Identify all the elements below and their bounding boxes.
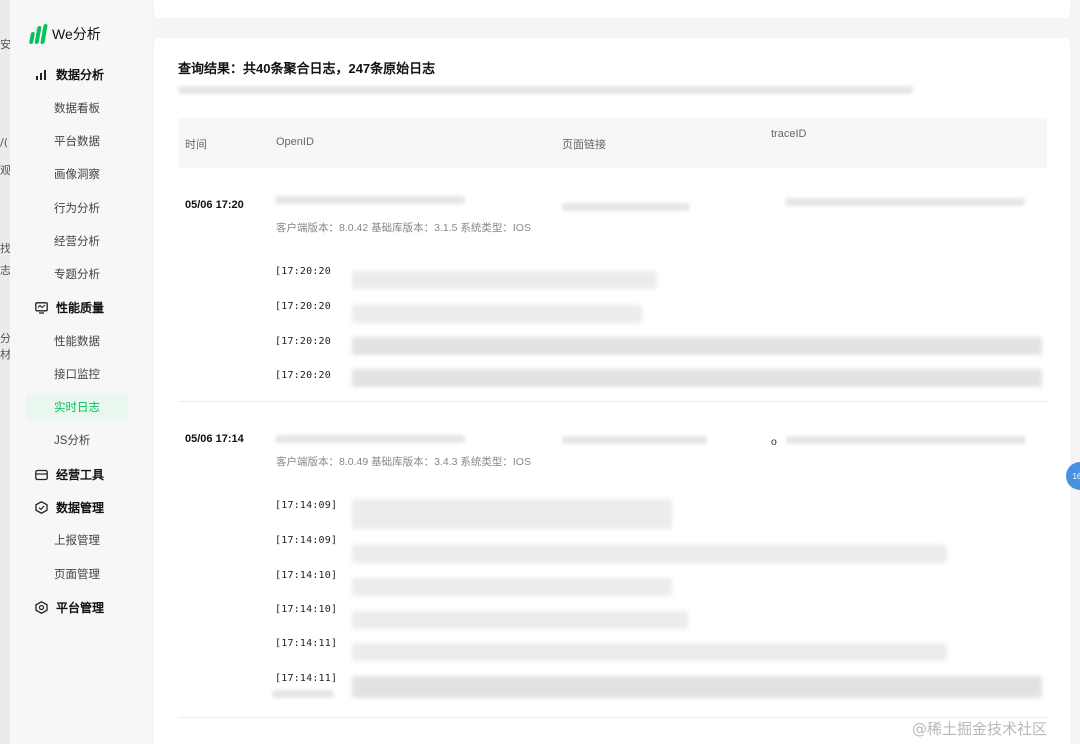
sidebar-item-behavior-analysis[interactable]: 行为分析	[54, 200, 100, 216]
redacted-openid	[275, 196, 465, 204]
redacted-text	[178, 86, 913, 94]
sidebar-group-label: 数据分析	[56, 68, 105, 82]
column-header-time: 时间	[185, 139, 207, 151]
redacted-log-content	[352, 305, 642, 323]
hexagon-check-icon	[34, 501, 48, 515]
redacted-log-content	[352, 271, 657, 289]
column-header-page-link: 页面链接	[562, 139, 606, 151]
brand-name: We分析	[52, 26, 101, 42]
brand-logo[interactable]: We分析	[28, 24, 101, 44]
record-time: 05/06 17:14	[185, 433, 244, 445]
we-analysis-logo-icon	[28, 24, 48, 44]
sidebar-item-realtime-log[interactable]: 实时日志	[54, 399, 100, 415]
sidebar-group-performance[interactable]: 性能质量	[34, 299, 104, 316]
redacted-log-content	[352, 578, 672, 596]
redacted-log-content	[352, 545, 947, 563]
client-info: 客户端版本：8.0.49 基础库版本：3.4.3 系统类型：IOS	[276, 456, 531, 468]
sidebar-item-report-management[interactable]: 上报管理	[54, 532, 100, 548]
background-text-fragment: /(	[0, 136, 8, 149]
sidebar-group-business-tools[interactable]: 经营工具	[34, 466, 104, 483]
background-window-edge: 安 /( 观 找 志 分材	[0, 0, 11, 744]
redacted-openid	[275, 435, 465, 443]
log-timestamp: [17:20:20	[275, 370, 331, 381]
sidebar-item-page-management[interactable]: 页面管理	[54, 566, 100, 582]
redacted-log-content	[352, 499, 672, 529]
sidebar-item-topic-analysis[interactable]: 专题分析	[54, 266, 100, 282]
log-timestamp: [17:14:11]	[275, 673, 338, 684]
client-info: 客户端版本：8.0.42 基础库版本：3.1.5 系统类型：IOS	[276, 222, 531, 234]
sidebar-group-data-analysis[interactable]: 数据分析	[34, 66, 104, 83]
sidebar: We分析 数据分析 数据看板 平台数据 画像洞察 行为分析 经营分析 专题分析 …	[10, 0, 150, 744]
sidebar-item-platform-data[interactable]: 平台数据	[54, 133, 100, 149]
query-result-title: 查询结果：共40条聚合日志，247条原始日志	[178, 61, 436, 76]
row-divider	[178, 401, 1047, 402]
sidebar-item-user-portrait[interactable]: 画像洞察	[54, 166, 100, 182]
wallet-icon	[34, 468, 48, 482]
column-header-openid: OpenID	[276, 136, 314, 148]
redacted-log-content	[352, 643, 947, 661]
redacted-log-content	[352, 611, 688, 629]
log-timestamp: [17:20:20	[275, 336, 331, 347]
redacted-text	[272, 690, 334, 698]
sidebar-item-business-analysis[interactable]: 经营分析	[54, 233, 100, 249]
column-header-trace-id: traceID	[771, 128, 807, 140]
redacted-trace-id	[785, 198, 1025, 206]
redacted-log-content	[352, 369, 1042, 387]
sidebar-item-api-monitor[interactable]: 接口监控	[54, 366, 100, 382]
redacted-trace-id	[786, 436, 1026, 444]
trace-id-prefix: o	[771, 436, 777, 448]
filter-card	[154, 0, 1070, 18]
monitor-icon	[34, 301, 48, 315]
redacted-page-link[interactable]	[562, 203, 690, 211]
log-timestamp: [17:14:10]	[275, 570, 338, 581]
sidebar-item-js-analysis[interactable]: JS分析	[54, 432, 90, 448]
watermark: @稀土掘金技术社区	[912, 720, 1048, 738]
bar-chart-icon	[34, 68, 48, 82]
redacted-log-content	[352, 676, 1042, 698]
sidebar-item-performance-data[interactable]: 性能数据	[54, 333, 100, 349]
log-timestamp: [17:14:09]	[275, 535, 338, 546]
redacted-log-content	[352, 337, 1042, 355]
sidebar-group-data-management[interactable]: 数据管理	[34, 499, 104, 516]
log-timestamp: [17:14:10]	[275, 604, 338, 615]
sidebar-group-platform-management[interactable]: 平台管理	[34, 599, 104, 616]
sidebar-group-label: 经营工具	[56, 468, 105, 482]
record-time: 05/06 17:20	[185, 199, 244, 211]
log-timestamp: [17:14:09]	[275, 500, 338, 511]
sidebar-group-label: 平台管理	[56, 601, 105, 615]
gear-icon	[34, 601, 48, 615]
sidebar-group-label: 性能质量	[56, 301, 105, 315]
redacted-page-link[interactable]	[562, 436, 707, 444]
sidebar-item-dashboard[interactable]: 数据看板	[54, 100, 100, 116]
log-timestamp: [17:20:20	[275, 266, 331, 277]
log-timestamp: [17:20:20	[275, 301, 331, 312]
log-timestamp: [17:14:11]	[275, 638, 338, 649]
sidebar-group-label: 数据管理	[56, 501, 105, 515]
